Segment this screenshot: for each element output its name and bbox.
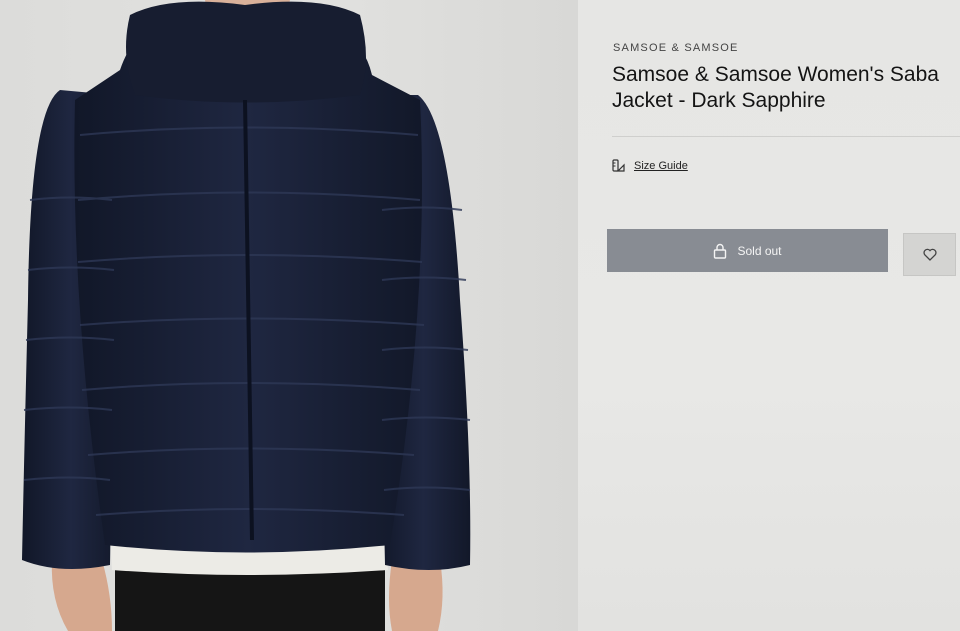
sold-out-label: Sold out bbox=[737, 243, 782, 258]
brand-name[interactable]: SAMSOE & SAMSOE bbox=[613, 42, 739, 54]
size-guide-label: Size Guide bbox=[634, 159, 688, 172]
sold-out-button[interactable]: Sold out bbox=[607, 229, 888, 272]
ruler-icon bbox=[612, 159, 625, 172]
lock-icon bbox=[713, 243, 727, 259]
product-info-panel: SAMSOE & SAMSOE Samsoe & Samsoe Women's … bbox=[578, 0, 960, 631]
jacket-photo bbox=[22, 0, 471, 631]
wishlist-button[interactable] bbox=[903, 233, 956, 276]
size-guide-link[interactable]: Size Guide bbox=[612, 159, 688, 172]
product-title: Samsoe & Samsoe Women's Saba Jacket - Da… bbox=[612, 63, 939, 112]
heart-icon bbox=[922, 248, 937, 261]
product-image bbox=[0, 0, 578, 631]
divider bbox=[612, 136, 960, 137]
